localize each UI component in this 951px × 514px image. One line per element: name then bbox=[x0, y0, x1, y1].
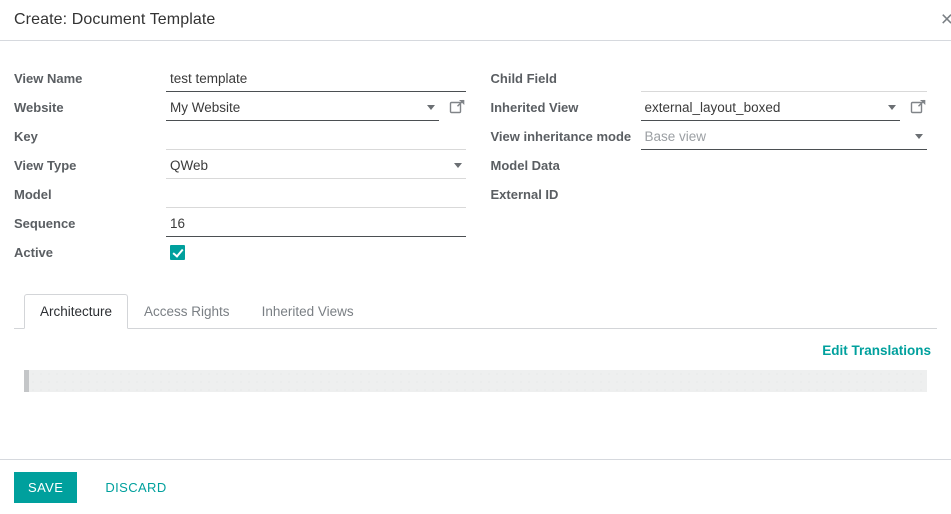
form-column-right: Child Field Inherited View external_layo… bbox=[476, 67, 938, 270]
field-model-data: Model Data bbox=[491, 154, 928, 182]
field-active: Active bbox=[14, 241, 466, 269]
dialog-header: Create: Document Template × bbox=[0, 0, 951, 40]
code-editor[interactable] bbox=[24, 370, 927, 393]
sequence-input[interactable] bbox=[166, 212, 466, 237]
tab-access-rights[interactable]: Access Rights bbox=[128, 294, 246, 329]
page-title: Create: Document Template bbox=[14, 11, 216, 28]
code-editor-content[interactable] bbox=[29, 370, 927, 393]
external-link-icon-website[interactable] bbox=[449, 98, 466, 115]
tab-architecture[interactable]: Architecture bbox=[24, 294, 129, 330]
field-model: Model bbox=[14, 183, 466, 211]
close-icon[interactable]: × bbox=[937, 5, 951, 34]
field-control-sequence bbox=[166, 212, 466, 237]
field-child-field: Child Field bbox=[490, 67, 927, 95]
view-inheritance-mode-select-wrap bbox=[640, 125, 927, 150]
notebook: Architecture Access Rights Inherited Vie… bbox=[0, 294, 951, 393]
field-external-id: External ID bbox=[491, 183, 928, 211]
inherited-view-select[interactable] bbox=[640, 96, 900, 121]
field-label-website: Website bbox=[14, 100, 64, 115]
field-control-active bbox=[166, 241, 466, 260]
field-key: Key bbox=[14, 125, 466, 153]
tab-bar: Architecture Access Rights Inherited Vie… bbox=[14, 294, 937, 330]
form-column-left: View Name Website bbox=[14, 67, 476, 270]
field-control-child-field bbox=[640, 67, 927, 92]
model-input[interactable] bbox=[166, 183, 466, 208]
field-view-name: View Name bbox=[14, 67, 466, 95]
field-label-inherited-view: Inherited View bbox=[490, 100, 579, 115]
field-view-type: View Type bbox=[14, 154, 466, 182]
field-label-child-field: Child Field bbox=[490, 71, 557, 86]
website-select[interactable] bbox=[166, 96, 439, 121]
save-button[interactable]: SAVE bbox=[14, 471, 78, 503]
field-label-view-inheritance-mode: View inheritance mode bbox=[490, 129, 632, 144]
field-label-active: Active bbox=[14, 245, 54, 260]
field-label-sequence: Sequence bbox=[14, 216, 76, 231]
active-checkbox[interactable] bbox=[170, 245, 185, 260]
dialog-body: View Name Website bbox=[0, 41, 951, 440]
view-name-input[interactable] bbox=[166, 67, 466, 92]
discard-button[interactable]: DISCARD bbox=[91, 472, 180, 503]
tab-pane-architecture: Edit Translations bbox=[14, 329, 937, 393]
field-inherited-view: Inherited View bbox=[491, 96, 928, 124]
field-label-key: Key bbox=[14, 129, 38, 144]
child-field-input[interactable] bbox=[640, 67, 927, 92]
field-label-view-type: View Type bbox=[14, 158, 77, 173]
field-control-view-name bbox=[166, 67, 466, 92]
dialog-footer: SAVE DISCARD bbox=[0, 460, 951, 514]
field-label-model-data: Model Data bbox=[490, 158, 560, 173]
field-website: Website bbox=[14, 96, 466, 124]
translations-row: Edit Translations bbox=[14, 343, 937, 364]
field-label-external-id: External ID bbox=[490, 187, 559, 202]
external-link-icon-inherited-view[interactable] bbox=[910, 98, 927, 115]
field-label-model: Model bbox=[14, 187, 52, 202]
field-control-key bbox=[166, 125, 466, 150]
field-view-inheritance-mode: View inheritance mode bbox=[490, 125, 927, 153]
inherited-view-select-wrap bbox=[640, 96, 900, 121]
view-inheritance-mode-select[interactable] bbox=[640, 125, 927, 150]
form-sheet: View Name Website bbox=[0, 67, 951, 270]
field-control-model bbox=[166, 183, 466, 208]
view-type-select-wrap bbox=[166, 154, 466, 179]
edit-translations-link[interactable]: Edit Translations bbox=[822, 343, 931, 358]
key-input[interactable] bbox=[166, 125, 466, 150]
tab-inherited-views[interactable]: Inherited Views bbox=[246, 294, 370, 329]
field-control-view-type bbox=[166, 154, 466, 179]
field-control-inherited-view bbox=[640, 96, 928, 121]
view-type-select[interactable] bbox=[166, 154, 466, 179]
field-control-website bbox=[166, 96, 466, 121]
field-sequence: Sequence bbox=[14, 212, 466, 240]
website-select-wrap bbox=[166, 96, 439, 121]
field-control-view-inheritance-mode bbox=[640, 125, 927, 150]
dialog-footer-wrap: SAVE DISCARD bbox=[0, 459, 951, 514]
field-label-view-name: View Name bbox=[14, 71, 83, 86]
